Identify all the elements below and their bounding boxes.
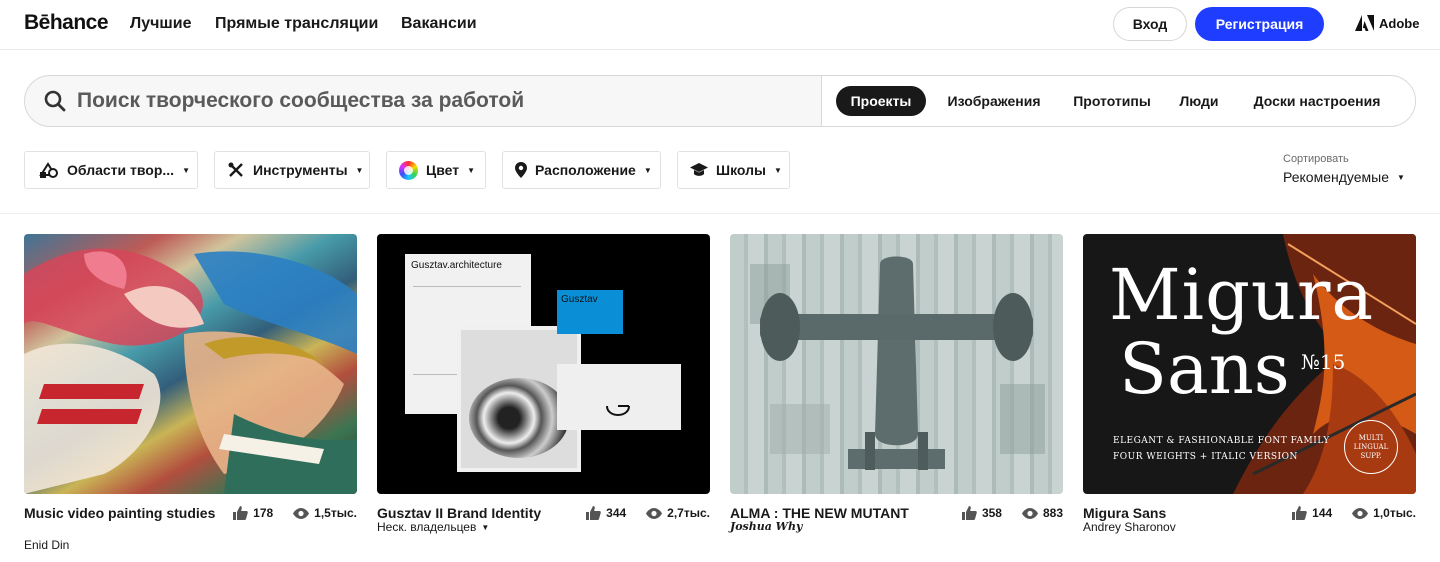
multiple-owners-dropdown[interactable]: Неск. владельцев ▼	[377, 520, 489, 534]
signup-button[interactable]: Регистрация	[1195, 7, 1324, 41]
tab-moodboards[interactable]: Доски настроения	[1242, 86, 1392, 116]
filter-label: Области твор...	[67, 162, 175, 178]
project-thumbnail[interactable]	[24, 234, 357, 494]
filter-label: Инструменты	[253, 162, 348, 178]
nav-link-jobs[interactable]: Вакансии	[401, 15, 477, 33]
eye-icon	[293, 507, 310, 519]
views-count: 2,7тыс.	[667, 506, 710, 520]
chevron-down-icon: ▼	[355, 165, 364, 175]
thumbs-up-icon	[961, 506, 977, 520]
migura-title-line2: Sans	[1119, 328, 1290, 410]
migura-tagline-2: FOUR WEIGHTS + ITALIC VERSION	[1113, 452, 1298, 462]
painting-illustration	[24, 234, 357, 494]
chevron-down-icon: ▼	[467, 165, 476, 175]
top-nav: Bēhance Лучшие Прямые трансляции Ваканси…	[0, 0, 1440, 50]
aircraft-illustration	[730, 234, 1063, 494]
likes-count: 144	[1312, 506, 1333, 520]
project-title[interactable]: Music video painting studies	[24, 504, 229, 522]
thumbs-up-icon	[1292, 506, 1307, 520]
project-thumbnail[interactable]: Gusztav.architecture Gusztav	[377, 234, 710, 494]
tab-projects[interactable]: Проекты	[836, 86, 926, 116]
tab-prototypes[interactable]: Прототипы	[1066, 86, 1158, 116]
eye-icon	[646, 507, 663, 519]
filter-tools[interactable]: Инструменты ▼	[214, 151, 370, 189]
likes-count: 178	[253, 506, 274, 520]
thumbs-up-icon	[586, 506, 601, 520]
filter-color[interactable]: Цвет ▼	[386, 151, 486, 189]
project-owner: Неск. владельцев	[377, 520, 477, 534]
project-card[interactable]: ALMA : THE NEW MUTANT Joshua Why 358 883	[730, 234, 1063, 533]
gusztav-header-text: Gusztav.architecture	[411, 260, 502, 271]
tab-images[interactable]: Изображения	[934, 86, 1054, 116]
project-stats: 358 883	[961, 506, 1063, 520]
eye-icon	[1021, 507, 1038, 519]
filter-label: Расположение	[535, 162, 636, 178]
project-stats: 344 2,7тыс.	[586, 506, 710, 520]
project-card[interactable]: Gusztav.architecture Gusztav Gusztav II …	[377, 234, 710, 534]
project-thumbnail[interactable]	[730, 234, 1063, 494]
behance-logo[interactable]: Bēhance	[24, 11, 109, 35]
chevron-down-icon: ▼	[182, 165, 190, 175]
chevron-down-icon: ▼	[773, 165, 782, 175]
section-divider	[0, 213, 1440, 214]
chevron-down-icon: ▼	[481, 522, 490, 532]
sort-dropdown[interactable]: Рекомендуемые ▼	[1283, 169, 1405, 185]
color-wheel-icon	[399, 160, 418, 180]
views-count: 883	[1042, 506, 1063, 520]
migura-title-line1: Migura	[1109, 254, 1375, 336]
location-pin-icon	[515, 162, 527, 178]
nav-link-livestreams[interactable]: Прямые трансляции	[215, 15, 378, 33]
filter-label: Цвет	[426, 162, 460, 178]
search-field[interactable]	[25, 76, 821, 126]
login-button[interactable]: Вход	[1113, 7, 1187, 41]
multilingual-badge: MULTI LINGUAL SUPP.	[1344, 420, 1398, 474]
filter-creative-fields[interactable]: Области твор... ▼	[24, 151, 198, 189]
search-input[interactable]	[77, 89, 797, 113]
adobe-label: Adobe	[1379, 15, 1420, 31]
project-card[interactable]: Migura Sans №15 ELEGANT & FASHIONABLE FO…	[1083, 234, 1416, 534]
filter-label: Школы	[716, 162, 766, 178]
likes-count: 344	[606, 506, 627, 520]
gusztav-card-text: Gusztav	[561, 294, 598, 305]
multilingual-badge-text: MULTI LINGUAL SUPP.	[1353, 433, 1389, 460]
chevron-down-icon: ▼	[643, 165, 652, 175]
adobe-link[interactable]: Adobe	[1355, 15, 1419, 31]
project-stats: 144 1,0тыс.	[1292, 506, 1416, 520]
migura-tagline-1: ELEGANT & FASHIONABLE FONT FAMILY	[1113, 436, 1330, 446]
search-icon	[44, 90, 66, 112]
envelope-mockup	[557, 364, 681, 430]
project-thumbnail[interactable]: Migura Sans №15 ELEGANT & FASHIONABLE FO…	[1083, 234, 1416, 494]
project-owner[interactable]: Andrey Sharonov	[1083, 520, 1176, 534]
tab-people[interactable]: Люди	[1174, 86, 1224, 116]
project-owner[interactable]: Enid Din	[24, 538, 69, 552]
views-count: 1,5тыс.	[314, 506, 357, 520]
thumbs-up-icon	[233, 506, 248, 520]
project-card[interactable]: Music video painting studies Enid Din 17…	[24, 234, 357, 552]
likes-count: 358	[981, 506, 1002, 520]
filter-location[interactable]: Расположение ▼	[502, 151, 661, 189]
filter-schools[interactable]: Школы ▼	[677, 151, 790, 189]
graduation-cap-icon	[690, 163, 708, 177]
tools-icon	[227, 161, 245, 179]
sort-value: Рекомендуемые	[1283, 169, 1389, 185]
chevron-down-icon: ▼	[1397, 172, 1405, 182]
sort-label: Сортировать	[1283, 153, 1349, 165]
migura-number: №15	[1301, 350, 1346, 374]
search-type-tabs: Проекты Изображения Прототипы Люди Доски…	[821, 76, 1415, 126]
project-owner[interactable]: Joshua Why	[730, 520, 802, 533]
project-stats: 178 1,5тыс.	[233, 506, 357, 520]
creative-fields-icon	[39, 161, 59, 179]
adobe-icon	[1355, 15, 1374, 31]
views-count: 1,0тыс.	[1373, 506, 1416, 520]
eye-icon	[1352, 507, 1369, 519]
blue-business-card: Gusztav	[557, 290, 623, 334]
nav-link-best[interactable]: Лучшие	[130, 15, 191, 33]
search-bar: Проекты Изображения Прототипы Люди Доски…	[24, 75, 1416, 127]
